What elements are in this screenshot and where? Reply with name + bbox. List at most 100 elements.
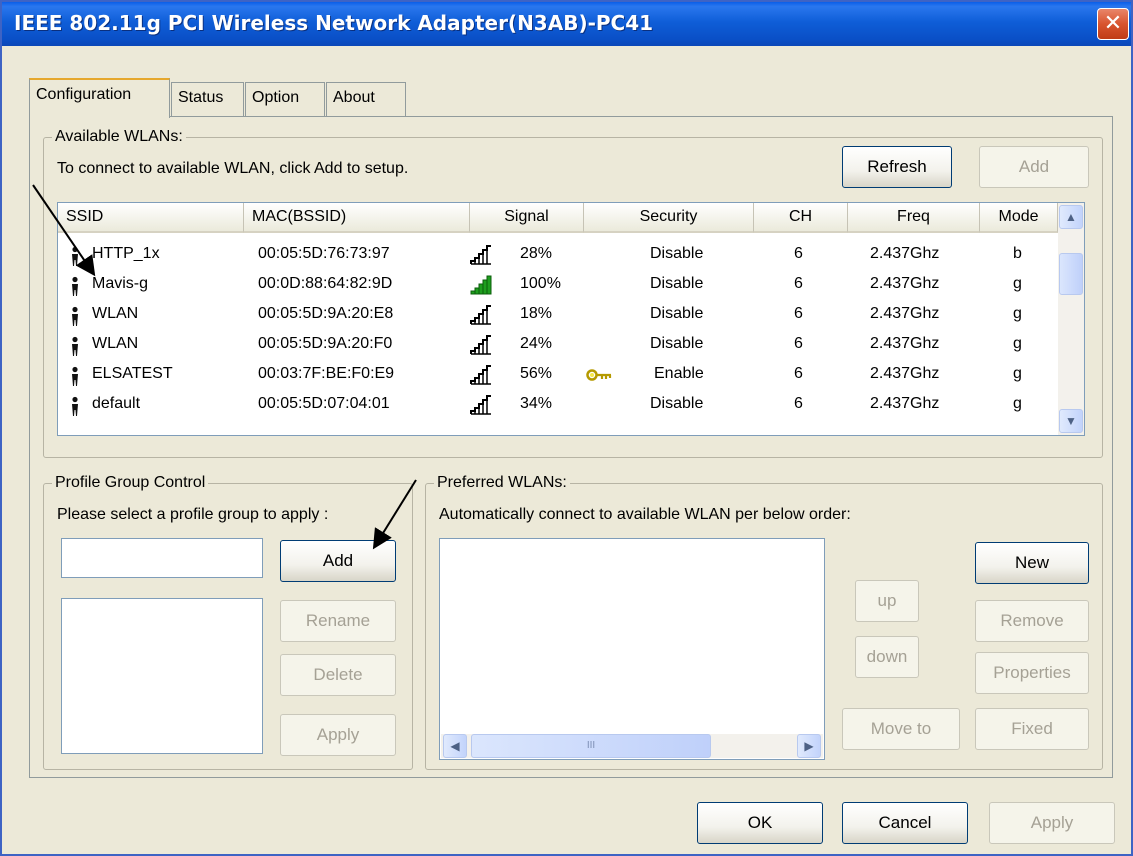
ssid-cell: HTTP_1x (92, 245, 160, 262)
freq-cell: 2.437Ghz (870, 395, 940, 412)
signal-strength-icon (470, 335, 491, 355)
close-button[interactable]: ✕ (1097, 8, 1129, 40)
mode-cell: g (1013, 395, 1022, 412)
person-icon (72, 336, 78, 356)
fixed-button[interactable]: Fixed (975, 708, 1089, 750)
column-security[interactable]: Security (584, 203, 754, 233)
add-profile-group-button[interactable]: Add (280, 540, 396, 582)
person-icon (72, 396, 78, 416)
signal-cell: 34% (520, 395, 553, 412)
security-cell: Disable (650, 245, 704, 262)
freq-cell: 2.437Ghz (870, 335, 940, 352)
apply-profile-group-button[interactable]: Apply (280, 714, 396, 756)
delete-label: Delete (313, 665, 363, 684)
profile-group-name-input[interactable] (61, 538, 263, 578)
refresh-button[interactable]: Refresh (842, 146, 952, 188)
signal-cell: 28% (520, 245, 553, 262)
ok-button[interactable]: OK (697, 802, 823, 844)
column-freq[interactable]: Freq (848, 203, 980, 233)
apply-profile-label: Apply (316, 725, 360, 744)
wlan-list[interactable]: SSID MAC(BSSID) Signal Security CH Freq … (57, 202, 1085, 436)
ch-cell: 6 (794, 395, 803, 412)
new-profile-button[interactable]: New (975, 542, 1089, 584)
column-ch[interactable]: CH (754, 203, 848, 233)
preferred-list-hscrollbar[interactable]: ◀ III ▶ (441, 734, 823, 758)
list-header: SSID MAC(BSSID) Signal Security CH Freq … (58, 203, 1084, 233)
up-label: up (877, 591, 897, 610)
person-icon (72, 246, 78, 266)
scroll-right-button[interactable]: ▶ (797, 734, 821, 758)
scroll-up-button[interactable]: ▲ (1059, 205, 1083, 229)
remove-profile-button[interactable]: Remove (975, 600, 1089, 642)
mode-cell: g (1013, 365, 1022, 382)
window-title: IEEE 802.11g PCI Wireless Network Adapte… (14, 11, 654, 35)
table-row[interactable]: WLAN 00:05:5D:9A:20:E8 18% Disable 6 2.4… (58, 301, 1058, 331)
signal-cell: 18% (520, 305, 553, 322)
profile-group-legend: Profile Group Control (55, 474, 206, 491)
properties-label: Properties (993, 663, 1071, 682)
tab-configuration[interactable]: Configuration (29, 78, 170, 118)
column-ssid[interactable]: SSID (58, 203, 244, 233)
table-row[interactable]: ELSATEST 00:03:7F:BE:F0:E9 56% Enable 6 … (58, 361, 1058, 391)
hscroll-thumb[interactable]: III (471, 734, 711, 758)
signal-strength-icon (470, 275, 492, 295)
chevron-up-icon: ▲ (1065, 210, 1077, 224)
preferred-wlans-list[interactable]: ◀ III ▶ (439, 538, 825, 760)
move-up-button[interactable]: up (855, 580, 919, 622)
signal-strength-icon (470, 395, 491, 415)
signal-strength-icon (470, 245, 491, 265)
scroll-thumb[interactable] (1059, 253, 1083, 295)
move-to-label: Move to (870, 719, 932, 738)
table-row[interactable]: Mavis-g 00:0D:88:64:82:9D 100% Disable 6… (58, 271, 1058, 301)
tab-label: Status (178, 89, 224, 106)
tab-about[interactable]: About (326, 82, 406, 116)
wlan-list-scrollbar[interactable]: ▲ ▼ (1058, 203, 1084, 435)
freq-cell: 2.437Ghz (870, 365, 940, 382)
security-cell: Disable (650, 395, 704, 412)
security-cell: Disable (650, 335, 704, 352)
mac-cell: 00:03:7F:BE:F0:E9 (258, 365, 395, 382)
properties-button[interactable]: Properties (975, 652, 1089, 694)
column-mac[interactable]: MAC(BSSID) (244, 203, 470, 233)
person-icon (72, 276, 78, 296)
rename-label: Rename (305, 611, 371, 630)
down-label: down (866, 647, 908, 666)
column-signal[interactable]: Signal (470, 203, 584, 233)
tab-option[interactable]: Option (245, 82, 325, 116)
tab-status[interactable]: Status (171, 82, 244, 116)
rename-profile-group-button[interactable]: Rename (280, 600, 396, 642)
table-row[interactable]: HTTP_1x 00:05:5D:76:73:97 28% Disable 6 … (58, 241, 1058, 271)
ch-cell: 6 (794, 245, 803, 262)
profile-group-list[interactable] (61, 598, 263, 754)
person-icon (72, 306, 78, 326)
table-row[interactable]: default 00:05:5D:07:04:01 34% Disable 6 … (58, 391, 1058, 421)
signal-cell: 56% (520, 365, 553, 382)
column-mode[interactable]: Mode (980, 203, 1058, 233)
mac-cell: 00:05:5D:9A:20:E8 (258, 305, 394, 322)
remove-label: Remove (1000, 611, 1064, 630)
cancel-button[interactable]: Cancel (842, 802, 968, 844)
ssid-cell: ELSATEST (92, 365, 173, 382)
ch-cell: 6 (794, 305, 803, 322)
scroll-left-button[interactable]: ◀ (443, 734, 467, 758)
mac-cell: 00:05:5D:07:04:01 (258, 395, 390, 412)
mac-cell: 00:05:5D:9A:20:F0 (258, 335, 393, 352)
apply-button[interactable]: Apply (989, 802, 1115, 844)
mac-cell: 00:05:5D:76:73:97 (258, 245, 390, 262)
mode-cell: g (1013, 305, 1022, 322)
ssid-cell: Mavis-g (92, 275, 149, 292)
scroll-down-button[interactable]: ▼ (1059, 409, 1083, 433)
table-row[interactable]: WLAN 00:05:5D:9A:20:F0 24% Disable 6 2.4… (58, 331, 1058, 361)
ssid-cell: WLAN (92, 335, 139, 352)
move-down-button[interactable]: down (855, 636, 919, 678)
freq-cell: 2.437Ghz (870, 275, 940, 292)
preferred-wlans-hint: Automatically connect to available WLAN … (439, 506, 851, 523)
key-icon (586, 369, 612, 381)
delete-profile-group-button[interactable]: Delete (280, 654, 396, 696)
title-bar[interactable]: IEEE 802.11g PCI Wireless Network Adapte… (2, 2, 1131, 46)
add-wlan-button[interactable]: Add (979, 146, 1089, 188)
mode-cell: g (1013, 275, 1022, 292)
move-to-button[interactable]: Move to (842, 708, 960, 750)
security-cell: Disable (650, 305, 704, 322)
freq-cell: 2.437Ghz (870, 305, 940, 322)
